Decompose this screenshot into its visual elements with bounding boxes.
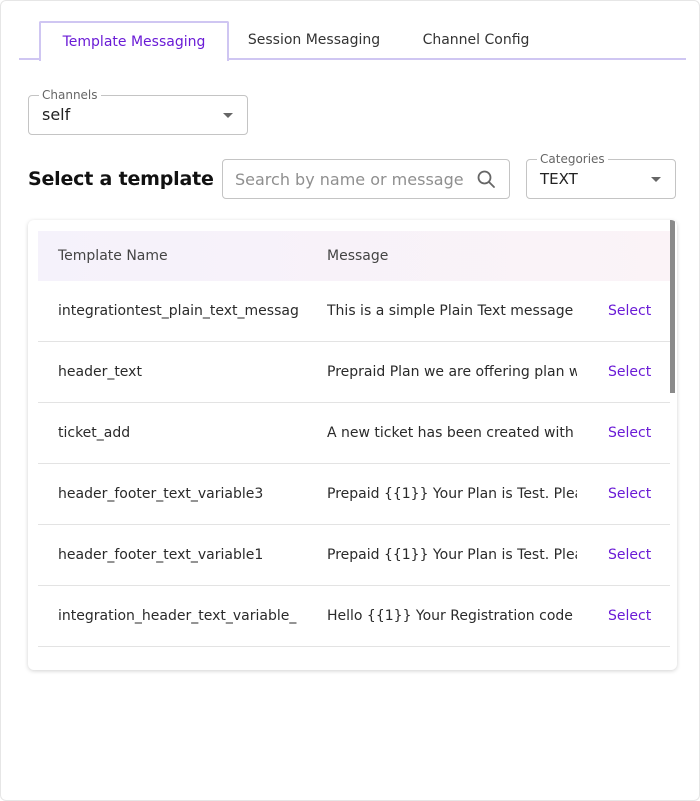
select-link[interactable]: Select [608, 342, 651, 402]
table-row: integration_header_text_variable_ Hello … [38, 586, 670, 647]
search-icon[interactable] [476, 169, 496, 189]
select-link[interactable]: Select [608, 464, 651, 524]
column-header-template-name: Template Name [58, 248, 168, 264]
template-name-cell: integrationtest_plain_text_messag [58, 303, 299, 319]
select-link[interactable]: Select [608, 586, 651, 646]
message-cell: Prepaid {{1}} Your Plan is Test. Pleas [327, 547, 577, 563]
tab-session-messaging[interactable]: Session Messaging [239, 21, 389, 60]
template-name-cell: header_footer_text_variable1 [58, 547, 264, 563]
tab-channel-config[interactable]: Channel Config [411, 21, 541, 60]
message-cell: A new ticket has been created with [327, 425, 574, 441]
select-link[interactable]: Select [608, 525, 651, 585]
search-input[interactable] [235, 160, 471, 198]
caret-down-icon [651, 177, 661, 182]
table-row [38, 647, 670, 670]
tab-template-messaging[interactable]: Template Messaging [39, 21, 229, 61]
template-name-cell: integration_header_text_variable_ [58, 608, 297, 624]
select-link[interactable]: Select [608, 403, 651, 463]
section-heading: Select a template [28, 168, 214, 190]
table-row: ticket_add A new ticket has been created… [38, 403, 670, 464]
table-row: header_footer_text_variable1 Prepaid {{1… [38, 525, 670, 586]
message-cell: Prepaid {{1}} Your Plan is Test. Pleas [327, 486, 577, 502]
template-table: Template Name Message integrationtest_pl… [28, 220, 677, 670]
table-scrollbar[interactable] [670, 220, 675, 393]
message-cell: Hello {{1}} Your Registration code is [327, 608, 577, 624]
table-row: header_text Prepraid Plan we are offerin… [38, 342, 670, 403]
categories-value: TEXT [540, 170, 578, 188]
categories-select[interactable]: Categories TEXT [526, 152, 676, 199]
select-link[interactable]: Select [608, 281, 651, 341]
channels-value: self [42, 105, 71, 124]
message-cell: This is a simple Plain Text message f [327, 303, 577, 319]
channels-select[interactable]: Channels self [28, 88, 248, 135]
template-name-cell: header_text [58, 364, 142, 380]
search-box [222, 159, 510, 199]
message-cell: Prepraid Plan we are offering plan wi [327, 364, 577, 380]
dialog-panel: Template Messaging Session Messaging Cha… [0, 0, 700, 801]
table-row: header_footer_text_variable3 Prepaid {{1… [38, 464, 670, 525]
tab-bar: Template Messaging Session Messaging Cha… [19, 21, 686, 61]
column-header-message: Message [327, 248, 389, 264]
table-body: integrationtest_plain_text_messag This i… [38, 281, 670, 670]
caret-down-icon [223, 113, 233, 118]
template-name-cell: header_footer_text_variable3 [58, 486, 264, 502]
table-row: integrationtest_plain_text_messag This i… [38, 281, 670, 342]
table-header: Template Name Message [38, 231, 670, 281]
template-name-cell: ticket_add [58, 425, 131, 441]
